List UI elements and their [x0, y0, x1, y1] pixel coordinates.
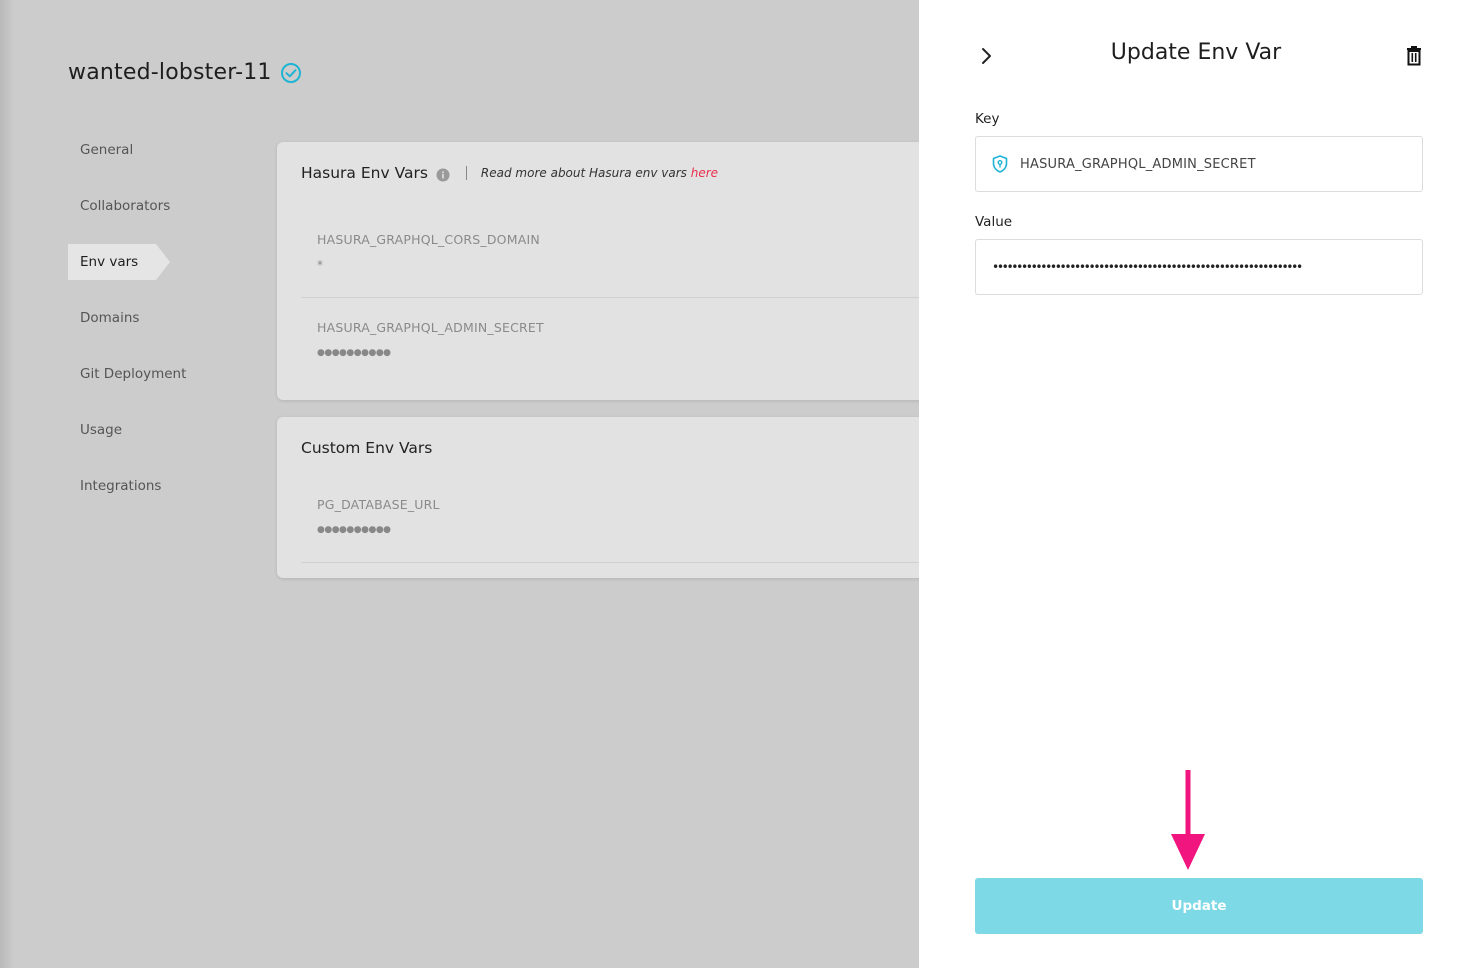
- read-more-link[interactable]: here: [691, 166, 718, 180]
- nav-item-label: Git Deployment: [80, 366, 187, 382]
- card-header: Custom Env Vars: [301, 439, 432, 457]
- overlay-edge: [0, 0, 14, 968]
- key-value: HASURA_GRAPHQL_ADMIN_SECRET: [1020, 156, 1256, 172]
- env-var-row[interactable]: PG_DATABASE_URL ●●●●●●●●●●: [301, 483, 937, 563]
- project-name: wanted-lobster-11: [68, 60, 272, 85]
- check-circle-icon: [280, 62, 301, 83]
- card-header: Hasura Env Vars Read more about Hasura e…: [301, 164, 718, 182]
- env-var-value: ●●●●●●●●●●: [317, 525, 391, 535]
- nav-item-label: Env vars: [80, 254, 139, 270]
- nav-item-env-vars[interactable]: Env vars: [68, 244, 170, 280]
- key-label: Key: [975, 111, 1000, 127]
- update-env-var-panel: Update Env Var Key HASURA_GRAPHQL_ADMIN_…: [919, 0, 1473, 968]
- nav-item-label: Domains: [80, 310, 140, 326]
- env-var-row[interactable]: HASURA_GRAPHQL_CORS_DOMAIN *: [301, 216, 937, 298]
- nav-item-git-deployment[interactable]: Git Deployment: [68, 356, 248, 392]
- value-input[interactable]: [992, 240, 1422, 294]
- read-more-text: Read more about Hasura env vars here: [481, 166, 718, 180]
- shield-key-icon: [992, 155, 1008, 173]
- update-button[interactable]: Update: [975, 878, 1423, 934]
- nav-item-usage[interactable]: Usage: [68, 412, 248, 448]
- card-title: Hasura Env Vars: [301, 164, 428, 182]
- key-field: HASURA_GRAPHQL_ADMIN_SECRET: [975, 136, 1423, 192]
- env-var-value: ●●●●●●●●●●: [317, 348, 391, 358]
- hasura-env-vars-card: Hasura Env Vars Read more about Hasura e…: [277, 142, 937, 400]
- custom-env-vars-card: Custom Env Vars PG_DATABASE_URL ●●●●●●●●…: [277, 417, 937, 578]
- card-title: Custom Env Vars: [301, 439, 433, 457]
- nav-item-label: Usage: [80, 422, 123, 438]
- env-var-key: PG_DATABASE_URL: [317, 497, 440, 512]
- value-label: Value: [975, 214, 1013, 230]
- trash-icon[interactable]: [1404, 45, 1424, 67]
- nav-item-collaborators[interactable]: Collaborators: [68, 188, 248, 224]
- project-header: wanted-lobster-11: [68, 60, 302, 85]
- nav-item-label: Collaborators: [80, 198, 171, 214]
- settings-nav: General Collaborators Env vars Domains G…: [68, 132, 248, 524]
- env-var-key: HASURA_GRAPHQL_CORS_DOMAIN: [317, 232, 540, 247]
- env-var-key: HASURA_GRAPHQL_ADMIN_SECRET: [317, 320, 544, 335]
- info-icon[interactable]: [436, 168, 450, 182]
- panel-title: Update Env Var: [1110, 40, 1282, 65]
- env-var-row[interactable]: HASURA_GRAPHQL_ADMIN_SECRET ●●●●●●●●●●: [301, 298, 937, 380]
- nav-item-general[interactable]: General: [68, 132, 248, 168]
- read-more-label: Read more about Hasura env vars: [480, 166, 687, 180]
- nav-item-label: Integrations: [80, 478, 162, 494]
- nav-item-label: General: [80, 142, 134, 158]
- arrow-down-icon: [1171, 770, 1205, 870]
- value-field[interactable]: [975, 239, 1423, 295]
- env-var-value: *: [317, 258, 324, 272]
- nav-item-domains[interactable]: Domains: [68, 300, 248, 336]
- nav-item-integrations[interactable]: Integrations: [68, 468, 248, 504]
- divider: [465, 166, 467, 180]
